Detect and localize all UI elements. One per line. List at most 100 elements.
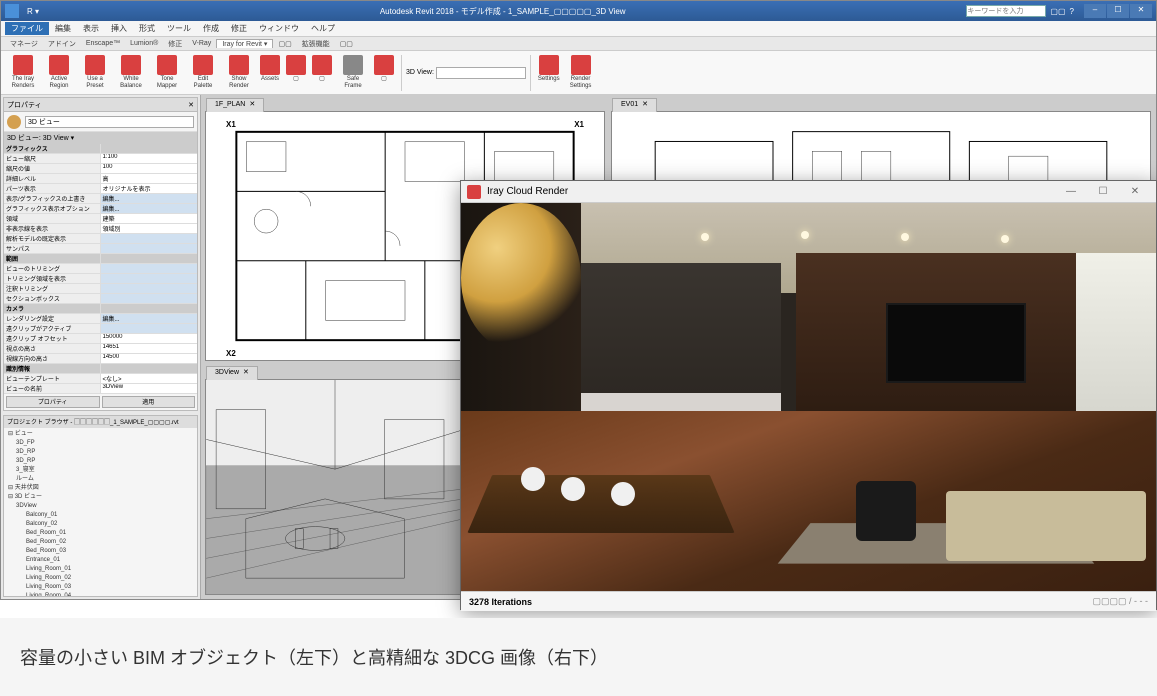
ribbon-btn-10[interactable]: Safe Frame bbox=[335, 55, 371, 90]
tree-node[interactable]: Living_Room_02 bbox=[6, 574, 195, 583]
prop-row[interactable]: ビューのトリミング bbox=[4, 264, 197, 274]
prop-section: 範囲 bbox=[4, 254, 101, 263]
tab-2[interactable]: Enscape™ bbox=[81, 40, 125, 47]
tree-node[interactable]: ⊟ 天井伏図 bbox=[6, 484, 195, 493]
tree-node[interactable]: Entrance_01 bbox=[6, 556, 195, 565]
panel-close-icon[interactable]: ✕ bbox=[188, 101, 194, 109]
tab-3[interactable]: Lumion® bbox=[125, 40, 163, 47]
menu-modify[interactable]: 修正 bbox=[225, 23, 253, 34]
tree-node[interactable]: 3D_FP bbox=[6, 439, 195, 448]
viewport-3d[interactable]: 3DView✕ bbox=[205, 379, 465, 595]
tab-5[interactable]: V-Ray bbox=[187, 40, 216, 47]
3dview-input[interactable] bbox=[436, 67, 526, 79]
menu-edit[interactable]: 編集 bbox=[49, 23, 77, 34]
prop-row[interactable]: 詳細レベル高 bbox=[4, 174, 197, 184]
prop-row[interactable]: 視線方向の高さ14500 bbox=[4, 354, 197, 364]
prop-row[interactable]: ビューの名前3DView bbox=[4, 384, 197, 394]
tab-9[interactable]: ▢▢ bbox=[335, 40, 358, 48]
prop-row[interactable]: 視点の高さ14651 bbox=[4, 344, 197, 354]
ribbon-btn-6[interactable]: Show Render bbox=[221, 55, 257, 90]
prop-row[interactable]: ビューテンプレート<なし> bbox=[4, 374, 197, 384]
tree-node[interactable]: Living_Room_03 bbox=[6, 583, 195, 592]
ribbon-btn-5[interactable]: Edit Palette bbox=[185, 55, 221, 90]
prop-row[interactable]: トリミング領域を表示 bbox=[4, 274, 197, 284]
tab-8[interactable]: 拡張機能 bbox=[297, 39, 335, 49]
ribbon-btn-7[interactable]: Assets bbox=[257, 55, 283, 90]
tab-0[interactable]: マネージ bbox=[5, 39, 43, 49]
prop-row[interactable]: 解析モデルの既定表示 bbox=[4, 234, 197, 244]
close-icon[interactable]: ✕ bbox=[243, 369, 249, 376]
tab-1[interactable]: アドイン bbox=[43, 39, 81, 49]
ribbon-btn-0[interactable]: The Iray Renders bbox=[5, 55, 41, 90]
help-search[interactable] bbox=[966, 5, 1046, 17]
prop-row[interactable]: パーツ表示オリジナルを表示 bbox=[4, 184, 197, 194]
prop-row[interactable]: グラフィックス表示オプション編集... bbox=[4, 204, 197, 214]
ribbon-btn-2[interactable]: Use a Preset bbox=[77, 55, 113, 90]
tree-node[interactable]: Bed_Room_01 bbox=[6, 529, 195, 538]
props-instance-header[interactable]: 3D ビュー: 3D View ▾ bbox=[4, 132, 197, 144]
render-close-button[interactable]: ✕ bbox=[1120, 183, 1150, 201]
tree-node[interactable]: Living_Room_01 bbox=[6, 565, 195, 574]
prop-row[interactable]: 遠クリップがアクティブ bbox=[4, 324, 197, 334]
ribbon-icon bbox=[121, 55, 141, 75]
tree-node[interactable]: Living_Room_04 bbox=[6, 592, 195, 597]
tree-node[interactable]: ルーム bbox=[6, 475, 195, 484]
prop-row[interactable]: レンダリング設定編集... bbox=[4, 314, 197, 324]
tree-node[interactable]: Balcony_01 bbox=[6, 511, 195, 520]
prop-row[interactable]: 縮尺の値100 bbox=[4, 164, 197, 174]
prop-row[interactable]: 遠クリップ オフセット150000 bbox=[4, 334, 197, 344]
maximize-button[interactable]: ☐ bbox=[1107, 4, 1129, 18]
user-label[interactable]: ▢▢ bbox=[1050, 7, 1065, 16]
tab-iray[interactable]: Iray for Revit ▾ bbox=[216, 39, 273, 48]
prop-row[interactable]: サンパス bbox=[4, 244, 197, 254]
ribbon-btn-11[interactable]: ▢ bbox=[371, 55, 397, 90]
tree-node[interactable]: Bed_Room_03 bbox=[6, 547, 195, 556]
prop-row[interactable]: 領域建築 bbox=[4, 214, 197, 224]
close-icon[interactable]: ✕ bbox=[642, 101, 648, 108]
tree-node[interactable]: 3D_RP bbox=[6, 457, 195, 466]
render-maximize-button[interactable]: ☐ bbox=[1088, 183, 1118, 201]
menu-view[interactable]: 表示 bbox=[77, 23, 105, 34]
close-button[interactable]: ✕ bbox=[1130, 4, 1152, 18]
menu-format[interactable]: 形式 bbox=[133, 23, 161, 34]
prop-row[interactable]: セクションボックス bbox=[4, 294, 197, 304]
ribbon-btn-3[interactable]: White Balance bbox=[113, 55, 149, 90]
qat[interactable]: R ▾ bbox=[27, 7, 39, 16]
ribbon-icon bbox=[193, 55, 213, 75]
ribbon-btn-9[interactable]: ▢ bbox=[309, 55, 335, 90]
tree-node[interactable]: 3D_RP bbox=[6, 448, 195, 457]
close-icon[interactable]: ✕ bbox=[249, 101, 255, 108]
prop-row[interactable]: ビュー縮尺1:100 bbox=[4, 154, 197, 164]
prop-row[interactable]: 非表示線を表示領域別 bbox=[4, 224, 197, 234]
minimize-button[interactable]: – bbox=[1084, 4, 1106, 18]
ribbon-btn-8[interactable]: ▢ bbox=[283, 55, 309, 90]
prop-row[interactable]: 表示/グラフィックスの上書き編集... bbox=[4, 194, 197, 204]
ribbon-btn-4[interactable]: Tone Mapper bbox=[149, 55, 185, 90]
menu-tools[interactable]: ツール bbox=[161, 23, 197, 34]
tree-node[interactable]: ⊟ 3D ビュー bbox=[6, 493, 195, 502]
render-minimize-button[interactable]: — bbox=[1056, 183, 1086, 201]
caption-text: 容量の小さい BIM オブジェクト（左下）と高精細な 3DCG 画像（右下） bbox=[20, 644, 608, 670]
tab-7[interactable]: ▢▢ bbox=[273, 40, 296, 48]
render-titlebar[interactable]: Iray Cloud Render — ☐ ✕ bbox=[461, 181, 1156, 203]
props-help-button[interactable]: プロパティ bbox=[6, 396, 100, 408]
window-title: Autodesk Revit 2018 - モデル作成 - 1_SAMPLE_▢… bbox=[39, 6, 966, 17]
view-type-dropdown[interactable]: 3D ビュー bbox=[25, 116, 194, 128]
tree-node[interactable]: 3DView bbox=[6, 502, 195, 511]
tree-node[interactable]: Balcony_02 bbox=[6, 520, 195, 529]
help-icon[interactable]: ? bbox=[1070, 7, 1074, 16]
ribbon-settings-btn-1[interactable]: Render Settings bbox=[563, 55, 599, 90]
menu-file[interactable]: ファイル bbox=[5, 22, 49, 35]
props-apply-button[interactable]: 適用 bbox=[102, 396, 196, 408]
menu-insert[interactable]: 挿入 bbox=[105, 23, 133, 34]
tab-4[interactable]: 修正 bbox=[163, 39, 187, 49]
ribbon-btn-1[interactable]: Active Region bbox=[41, 55, 77, 90]
prop-row[interactable]: 注釈トリミング bbox=[4, 284, 197, 294]
tree-node[interactable]: ⊟ ビュー bbox=[6, 430, 195, 439]
menu-help[interactable]: ヘルプ bbox=[305, 23, 341, 34]
tree-node[interactable]: 3_寝室 bbox=[6, 466, 195, 475]
ribbon-settings-btn-0[interactable]: Settings bbox=[535, 55, 563, 90]
menu-create[interactable]: 作成 bbox=[197, 23, 225, 34]
menu-window[interactable]: ウィンドウ bbox=[253, 23, 305, 34]
tree-node[interactable]: Bed_Room_02 bbox=[6, 538, 195, 547]
